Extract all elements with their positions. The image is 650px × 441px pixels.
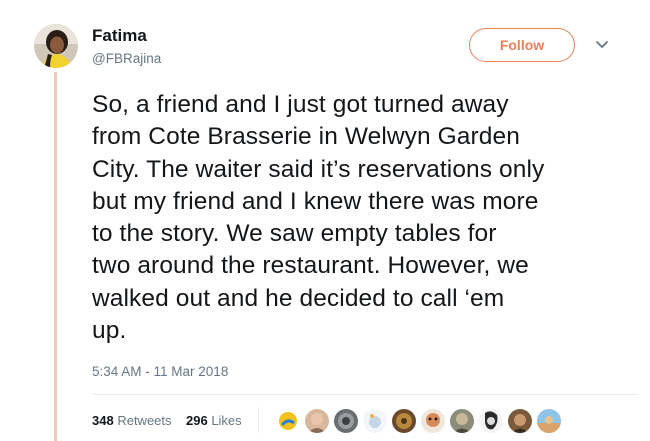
tweet-card: Fatima @FBRajina Follow So, a friend and… bbox=[0, 0, 650, 441]
author-name[interactable]: Fatima bbox=[92, 26, 147, 46]
follow-button[interactable]: Follow bbox=[469, 28, 575, 62]
liker-avatar[interactable] bbox=[362, 408, 388, 434]
tweet-text: So, a friend and I just got turned away … bbox=[92, 91, 545, 345]
liker-avatar[interactable] bbox=[449, 408, 475, 434]
retweets-stat[interactable]: 348 Retweets bbox=[92, 413, 172, 428]
stats-divider bbox=[92, 394, 638, 395]
retweets-label: Retweets bbox=[117, 413, 172, 428]
likes-stat[interactable]: 296 Likes bbox=[186, 413, 242, 428]
author-avatar[interactable] bbox=[34, 24, 78, 68]
stats-separator bbox=[258, 407, 259, 433]
likes-count: 296 bbox=[185, 413, 208, 428]
retweets-count: 348 bbox=[92, 413, 114, 428]
likes-label: Likes bbox=[211, 413, 242, 428]
thread-rule bbox=[54, 72, 57, 441]
liker-avatar[interactable] bbox=[275, 408, 301, 434]
liker-avatar[interactable] bbox=[333, 408, 359, 434]
liker-avatar[interactable] bbox=[304, 408, 330, 434]
liker-avatar[interactable] bbox=[536, 408, 562, 434]
liker-avatar[interactable] bbox=[507, 408, 533, 434]
chevron-down-icon[interactable] bbox=[595, 40, 609, 50]
liker-avatar[interactable] bbox=[420, 408, 446, 434]
tweet-timestamp[interactable]: 5:34 AM - 11 Mar 2018 bbox=[92, 364, 228, 379]
liker-avatar[interactable] bbox=[478, 408, 504, 434]
tweet-stats: 348 Retweets 296 Likes bbox=[92, 407, 259, 433]
author-handle[interactable]: @FBRajina bbox=[92, 51, 161, 66]
liker-avatar[interactable] bbox=[391, 408, 417, 434]
